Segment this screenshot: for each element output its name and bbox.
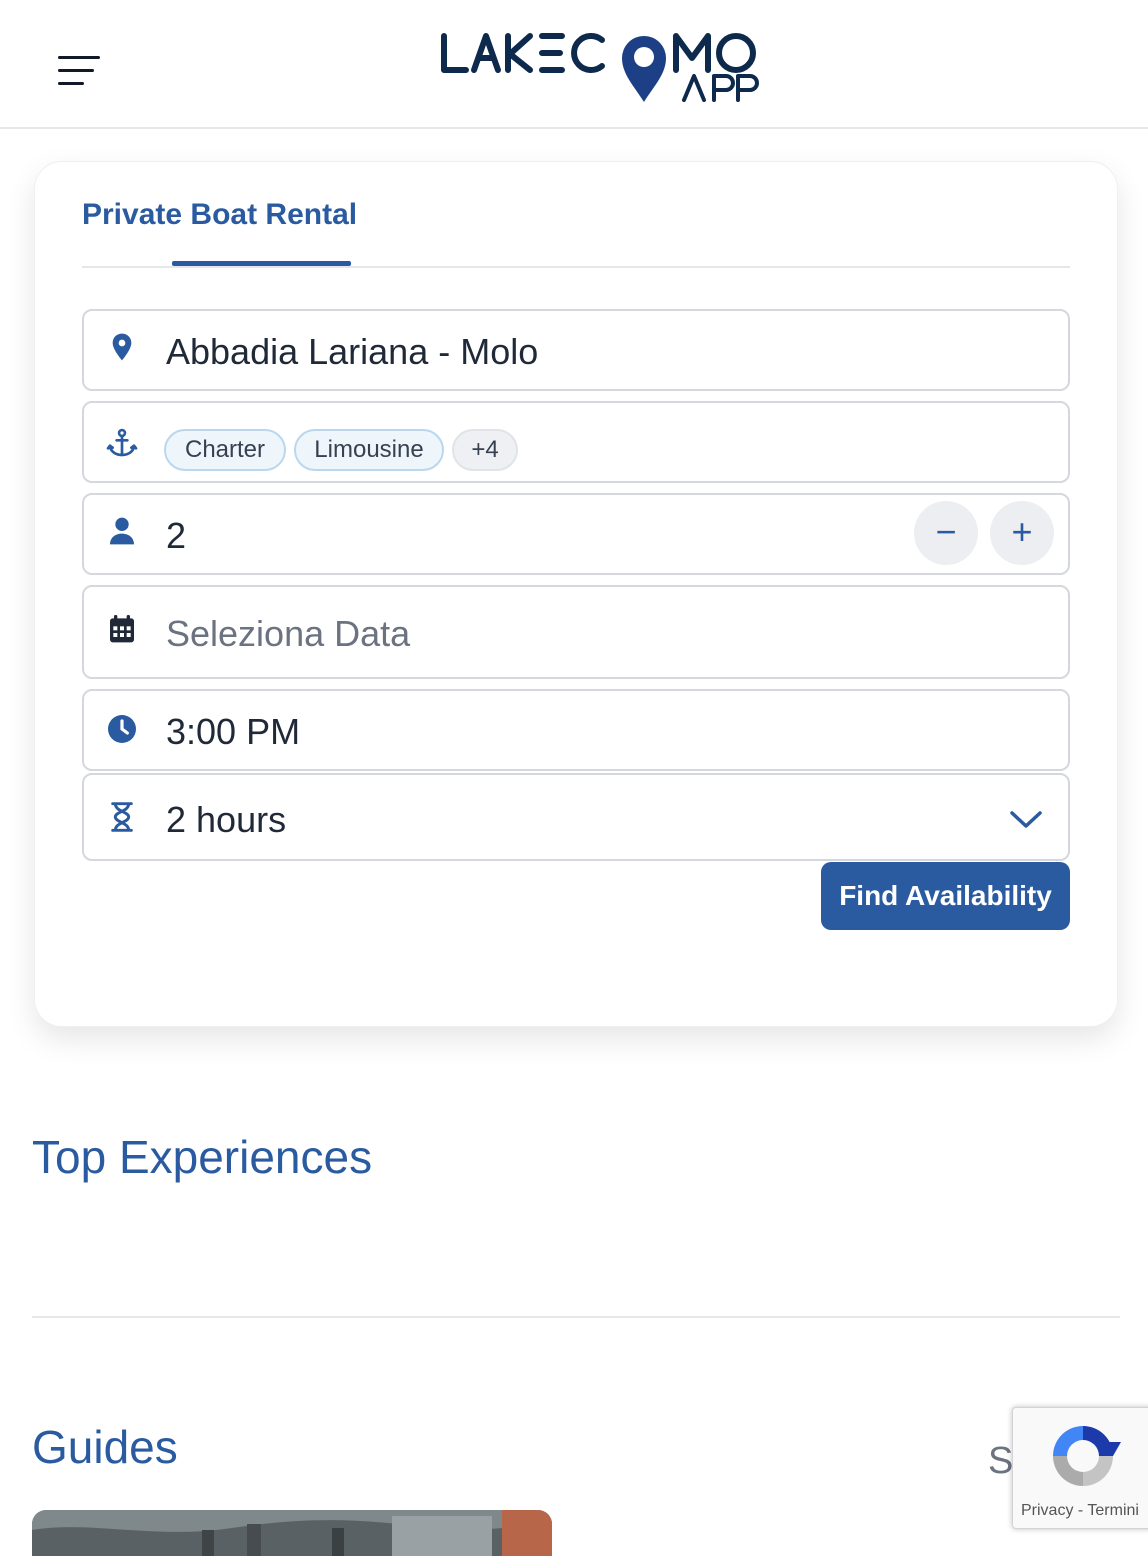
increment-guests-button[interactable]: + <box>990 501 1054 565</box>
decrement-guests-button[interactable]: − <box>914 501 978 565</box>
find-availability-button[interactable]: Find Availability <box>821 862 1070 930</box>
calendar-icon <box>110 615 134 643</box>
guides-see-all-link[interactable]: S <box>988 1440 1013 1483</box>
recaptcha-logo-icon <box>1053 1426 1121 1486</box>
boat-type-chip[interactable]: Charter <box>164 429 286 471</box>
location-field[interactable]: Abbadia Lariana - Molo <box>82 309 1070 391</box>
guides-title: Guides <box>32 1421 178 1473</box>
boat-type-chip[interactable]: Limousine <box>294 429 444 471</box>
location-value: Abbadia Lariana - Molo <box>166 331 539 372</box>
tab-private-boat-rental[interactable]: Private Boat Rental <box>82 198 357 232</box>
recaptcha-links[interactable]: Privacy - Termini <box>1021 1502 1139 1520</box>
guide-card-image[interactable] <box>32 1510 552 1556</box>
more-boat-types-chip[interactable]: +4 <box>452 429 518 471</box>
lakecomo-app-logo[interactable] <box>438 24 768 104</box>
chevron-down-icon <box>1010 811 1042 828</box>
duration-value: 2 hours <box>166 799 287 840</box>
date-field[interactable]: Seleziona Data <box>82 585 1070 679</box>
time-field[interactable]: 3:00 PM <box>82 689 1070 771</box>
hamburger-menu-icon[interactable] <box>58 54 102 90</box>
time-value: 3:00 PM <box>166 711 301 752</box>
top-header <box>0 0 1148 129</box>
map-pin-icon <box>112 333 132 361</box>
anchor-icon <box>106 428 138 457</box>
boat-type-field[interactable]: Charter Limousine +4 <box>82 401 1070 483</box>
recaptcha-badge[interactable]: Privacy - Termini <box>1012 1407 1148 1529</box>
section-divider <box>32 1316 1120 1318</box>
duration-select[interactable]: 2 hours <box>82 773 1070 861</box>
tab-divider <box>82 266 1070 268</box>
clock-icon <box>108 715 136 743</box>
top-experiences-title: Top Experiences <box>32 1131 373 1183</box>
user-icon <box>110 517 134 545</box>
date-placeholder: Seleziona Data <box>166 613 411 654</box>
guest-count: 2 <box>166 515 187 556</box>
hourglass-icon <box>111 802 133 832</box>
village-photo <box>32 1510 552 1556</box>
guests-field: 2 − + <box>82 493 1070 575</box>
